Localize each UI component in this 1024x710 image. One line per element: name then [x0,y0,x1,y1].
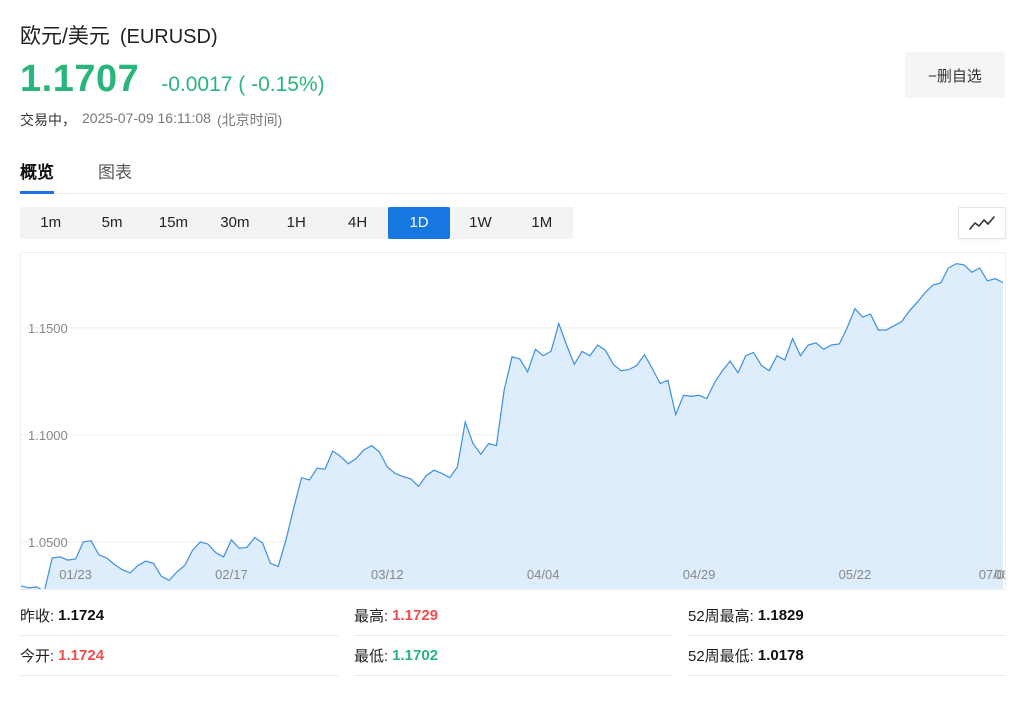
x-tick-label: 07/0 [979,567,1004,582]
stat-value: 1.1702 [392,647,439,664]
stat-52w-high: 52周最高: 1.1829 [688,596,1006,636]
period-1w[interactable]: 1W [450,207,511,239]
period-30m[interactable]: 30m [204,207,265,239]
tab-chart[interactable]: 图表 [98,150,132,193]
period-5m[interactable]: 5m [81,207,142,239]
stat-value: 1.1724 [58,607,105,624]
period-1h[interactable]: 1H [266,207,327,239]
stat-label: 今开: [20,648,55,665]
current-price: 1.1707 [20,58,140,100]
line-chart-icon [969,216,995,230]
tab-overview[interactable]: 概览 [20,150,54,194]
price-area [21,263,1003,592]
stat-value: 1.0178 [757,647,804,664]
stat-value: 1.1724 [58,647,105,664]
stats-row: 昨收: 1.1724 最高: 1.1729 52周最高: 1.1829 [20,596,1006,636]
stat-prev-close: 昨收: 1.1724 [20,596,338,636]
timestamp: 2025-07-09 16:11:08 [82,110,211,126]
stat-open: 今开: 1.1724 [20,636,338,676]
price-change: -0.0017 ( -0.15%) [161,73,325,96]
price-chart[interactable]: 1.0500 1.1000 1.1500 01/23 02/17 03/12 04/04 0… [20,252,1024,592]
stat-label: 昨收: [20,608,55,625]
x-tick-label: 02/17 [215,567,248,582]
stats-table: 昨收: 1.1724 最高: 1.1729 52周最高: 1.1829 今开: … [20,596,1006,676]
stat-label: 52周最低: [688,648,754,665]
x-tick-label: 04/04 [527,567,560,582]
trading-status: 交易中， 2025-07-09 16:11:08 (北京时间) [20,110,282,130]
instrument-name: 欧元/美元 [20,25,110,48]
y-tick-label: 1.1000 [28,428,68,443]
period-15m[interactable]: 15m [143,207,204,239]
status-label: 交易中， [20,112,76,128]
x-tick-label: 01/23 [59,567,92,582]
x-tick-label: 03/12 [371,567,404,582]
y-tick-label: 1.1500 [28,321,68,336]
stat-label: 52周最高: [688,608,754,625]
period-selector: 1m 5m 15m 30m 1H 4H 1D 1W 1M [20,207,573,239]
instrument-title: 欧元/美元 (EURUSD) [20,20,218,50]
chart-type-button[interactable] [958,207,1006,239]
period-1d[interactable]: 1D [388,207,450,239]
period-1m[interactable]: 1m [20,207,81,239]
stat-52w-low: 52周最低: 1.0178 [688,636,1006,676]
stats-row: 今开: 1.1724 最低: 1.1702 52周最低: 1.0178 [20,636,1006,676]
stat-label: 最低: [354,648,389,665]
x-tick-label: 05/22 [839,567,872,582]
stat-value: 1.1729 [392,607,439,624]
y-axis-ticks: 1.0500 1.1000 1.1500 [28,321,68,550]
stat-label: 最高: [354,608,389,625]
period-1mo[interactable]: 1M [511,207,572,239]
timezone-label: (北京时间) [216,112,283,128]
x-tick-label: 04/29 [683,567,716,582]
period-4h[interactable]: 4H [327,207,388,239]
price-chart-svg: 1.0500 1.1000 1.1500 01/23 02/17 03/12 04/04 0… [20,263,1024,592]
stat-high: 最高: 1.1729 [354,596,672,636]
stat-value: 1.1829 [757,607,804,624]
remove-watchlist-button[interactable]: −删自选 [905,52,1005,98]
price-row: 1.1707 -0.0017 ( -0.15%) [20,58,325,101]
tab-bar: 概览 图表 [20,150,1006,194]
instrument-code: (EURUSD) [119,26,218,48]
stat-low: 最低: 1.1702 [354,636,672,676]
y-tick-label: 1.0500 [28,535,68,550]
